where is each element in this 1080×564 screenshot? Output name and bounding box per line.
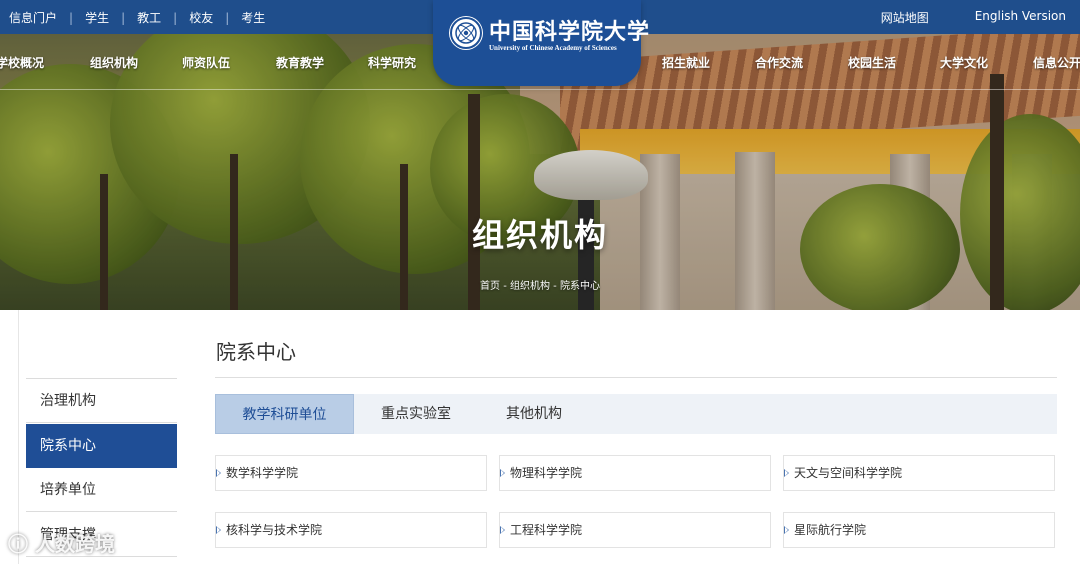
unit-name: 数学科学学院	[226, 466, 299, 480]
unit-name: 物理科学学院	[510, 466, 583, 480]
nav-admissions[interactable]: 招生就业	[662, 54, 710, 71]
sidebar: 治理机构 院系中心 培养单位 管理支撑	[18, 310, 188, 564]
section-divider	[215, 377, 1057, 378]
section-title: 院系中心	[216, 340, 296, 364]
breadcrumb-separator: -	[550, 281, 560, 292]
tab-key-laboratories[interactable]: 重点实验室	[367, 394, 465, 434]
unit-card[interactable]: 数学科学学院	[215, 455, 487, 491]
breadcrumb-home[interactable]: 首页	[480, 281, 500, 292]
unit-name: 核科学与技术学院	[226, 523, 323, 537]
watermark-logo-icon: ⓘ	[8, 532, 35, 556]
sidebar-item-departments[interactable]: 院系中心	[26, 424, 177, 468]
nav-culture[interactable]: 大学文化	[940, 54, 988, 71]
toplink-alumni[interactable]: 校友	[189, 9, 213, 26]
toplink-applicants[interactable]: 考生	[241, 9, 265, 26]
nav-cooperation[interactable]: 合作交流	[755, 54, 803, 71]
divider: |	[173, 10, 178, 25]
breadcrumb-current: 院系中心	[559, 281, 600, 292]
top-left-links: 信息门户 | 学生 | 教工 | 校友 | 考生	[9, 9, 265, 26]
toplink-staff[interactable]: 教工	[137, 9, 161, 26]
toplink-info-portal[interactable]: 信息门户	[9, 9, 57, 26]
nav-research[interactable]: 科学研究	[368, 54, 416, 71]
toplink-students[interactable]: 学生	[85, 9, 109, 26]
unit-card[interactable]: 星际航行学院	[783, 512, 1055, 548]
nav-faculty[interactable]: 师资队伍	[182, 54, 230, 71]
divider: |	[121, 10, 126, 25]
nav-disclosure[interactable]: 信息公开	[1033, 54, 1080, 71]
unit-name: 天文与空间科学学院	[794, 466, 903, 480]
triangle-right-icon	[784, 469, 789, 477]
divider: |	[69, 10, 74, 25]
triangle-right-icon	[216, 469, 221, 477]
watermark-text: 人数跨境	[34, 532, 115, 556]
logo-name-en: University of Chinese Academy of Science…	[489, 44, 617, 52]
nav-education[interactable]: 教育教学	[276, 54, 324, 71]
nav-divider	[0, 89, 1080, 90]
university-logo[interactable]: 中国科学院大学 University of Chinese Academy of…	[433, 0, 649, 86]
triangle-right-icon	[500, 526, 505, 534]
breadcrumb-organization[interactable]: 组织机构	[510, 281, 550, 292]
nav-campus-life[interactable]: 校园生活	[848, 54, 896, 71]
breadcrumb-separator: -	[500, 281, 510, 292]
unit-card[interactable]: 工程科学学院	[499, 512, 771, 548]
triangle-right-icon	[784, 526, 789, 534]
nav-about[interactable]: 学校概况	[0, 54, 44, 71]
watermark: ⓘ 人数跨境	[8, 528, 115, 557]
unit-card[interactable]: 核科学与技术学院	[215, 512, 487, 548]
toplink-english-version[interactable]: English Version	[975, 9, 1066, 26]
unit-name: 星际航行学院	[794, 523, 867, 537]
sidebar-item-training-units[interactable]: 培养单位	[26, 468, 177, 512]
tab-teaching-research-units[interactable]: 教学科研单位	[215, 394, 354, 434]
page-title: 组织机构	[471, 216, 608, 254]
sidebar-item-governance[interactable]: 治理机构	[26, 379, 177, 423]
unit-card[interactable]: 天文与空间科学学院	[783, 455, 1055, 491]
breadcrumb: 首页 - 组织机构 - 院系中心	[0, 277, 1080, 292]
tab-bar: 教学科研单位 重点实验室 其他机构	[215, 394, 1057, 434]
toplink-sitemap[interactable]: 网站地图	[881, 9, 929, 26]
top-right-links: 网站地图 English Version	[835, 9, 1066, 26]
triangle-right-icon	[500, 469, 505, 477]
unit-name: 工程科学学院	[510, 523, 583, 537]
divider: |	[225, 10, 230, 25]
logo-name-cn: 中国科学院大学	[489, 19, 651, 45]
unit-card[interactable]: 物理科学学院	[499, 455, 771, 491]
nav-organization[interactable]: 组织机构	[90, 54, 138, 71]
triangle-right-icon	[216, 526, 221, 534]
tab-other-institutions[interactable]: 其他机构	[485, 394, 583, 434]
university-emblem-icon	[449, 16, 483, 50]
